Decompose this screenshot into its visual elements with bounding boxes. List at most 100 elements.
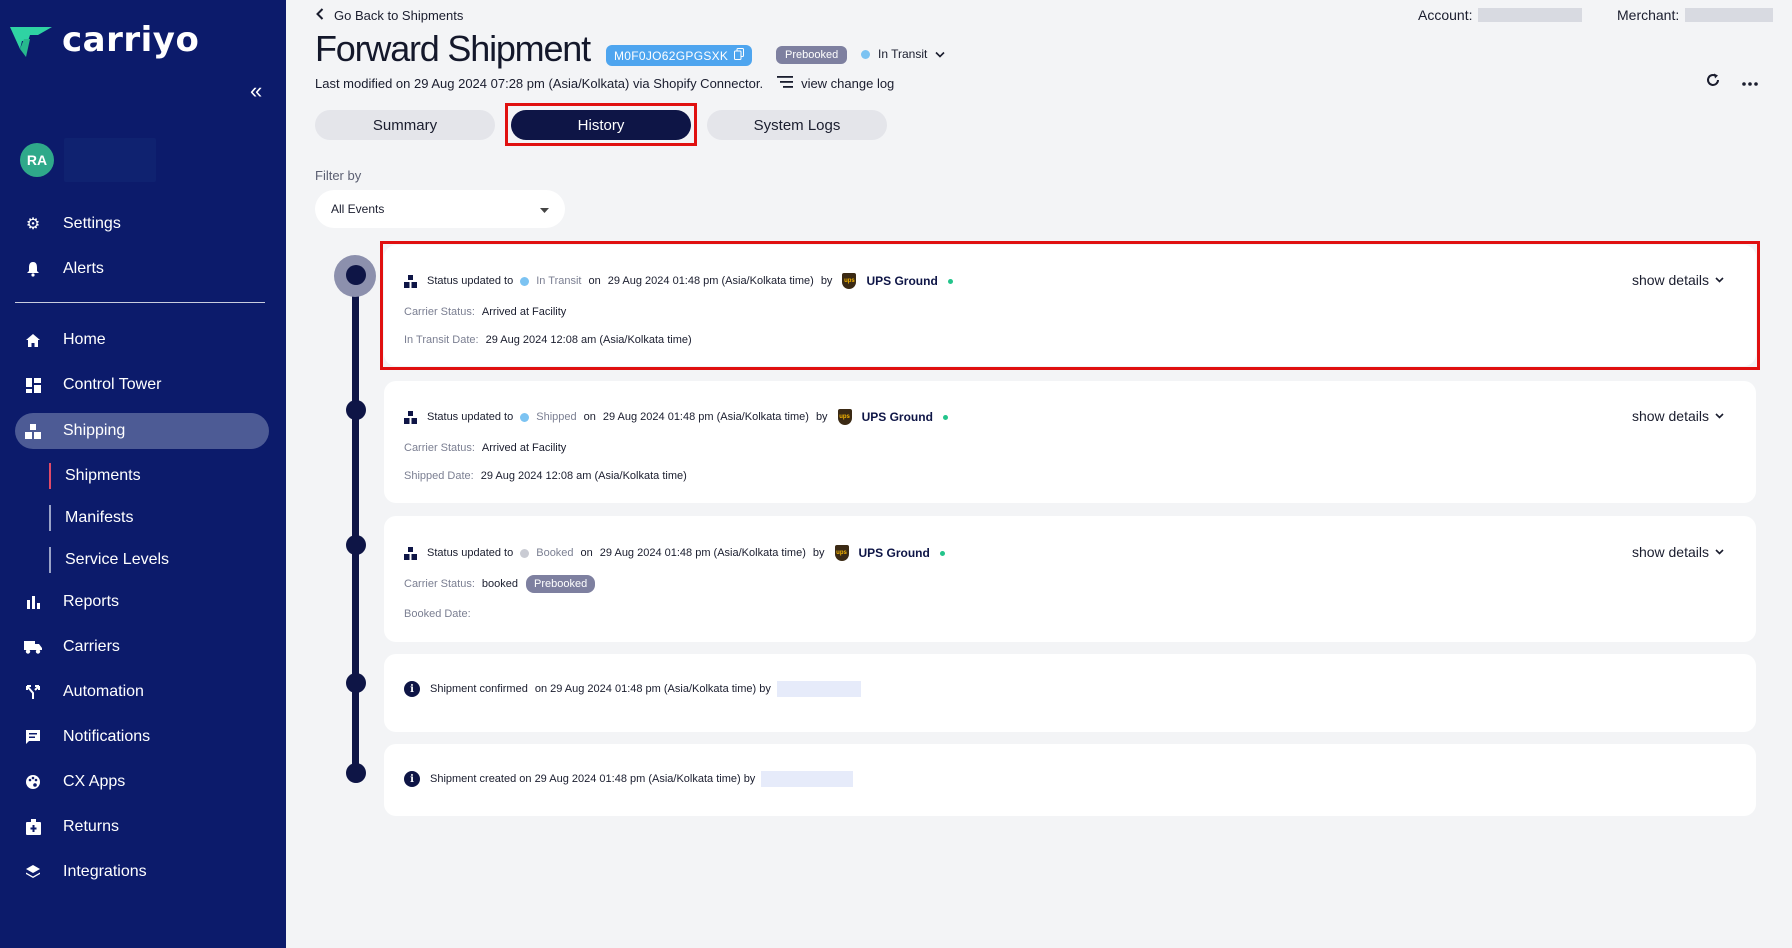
sidebar-item-shipping[interactable]: Shipping: [15, 413, 269, 449]
copy-icon[interactable]: [734, 48, 745, 63]
carrier-active-dot: [939, 550, 945, 556]
brand-name: carriyo: [62, 20, 200, 60]
sidebar-item-integrations[interactable]: Integrations: [15, 854, 269, 890]
created-text: Shipment created on 29 Aug 2024 01:48 pm…: [430, 773, 756, 785]
last-modified-text: Last modified on 29 Aug 2024 07:28 pm (A…: [315, 76, 764, 91]
sidebar-item-home[interactable]: Home: [15, 322, 269, 358]
history-event-card: Status updated to Shipped on 29 Aug 2024…: [384, 381, 1756, 503]
event-filter-value: All Events: [331, 202, 385, 216]
sidebar-divider: [15, 302, 265, 303]
main-content: Go Back to Shipments Account: Merchant: …: [286, 0, 1792, 948]
sidebar-item-automation[interactable]: Automation: [15, 674, 269, 710]
carrier-status-label: Carrier Status:: [404, 578, 475, 590]
show-details-button[interactable]: show details: [1632, 544, 1724, 560]
avatar: RA: [20, 143, 54, 177]
more-options-icon[interactable]: [1742, 70, 1758, 91]
refresh-icon[interactable]: [1705, 72, 1721, 93]
shipping-icon: [23, 421, 43, 441]
sidebar-item-cx-apps[interactable]: CX Apps: [15, 764, 269, 800]
back-to-shipments-link[interactable]: Go Back to Shipments: [316, 8, 463, 23]
sidebar-item-label: Shipping: [63, 422, 126, 439]
event-filter-select[interactable]: All Events: [315, 190, 565, 228]
user-redacted: [761, 771, 854, 787]
event-prefix: Status updated to: [427, 411, 514, 423]
sidebar: carriyo « RA ⚙ Settings Alerts Home Cont…: [0, 0, 286, 948]
event-date-row: Booked Date:: [404, 608, 478, 620]
event-on: on: [580, 547, 593, 559]
show-details-button[interactable]: show details: [1632, 408, 1724, 424]
layers-icon: [23, 862, 43, 882]
sidebar-item-returns[interactable]: Returns: [15, 809, 269, 845]
merchant-selector[interactable]: Merchant:: [1617, 7, 1774, 23]
dashboard-icon: [23, 375, 43, 395]
timeline-node: [346, 673, 366, 693]
carrier-status-value: Arrived at Facility: [481, 442, 567, 454]
user-profile[interactable]: RA: [20, 138, 156, 182]
sidebar-item-label: Reports: [63, 593, 120, 610]
carrier-status-value: booked: [481, 578, 519, 590]
sidebar-subitem-shipments[interactable]: Shipments: [49, 463, 141, 489]
merchant-label: Merchant:: [1617, 7, 1680, 23]
event-status: Shipped: [536, 411, 577, 423]
sidebar-item-label: Control Tower: [63, 376, 162, 393]
sidebar-item-reports[interactable]: Reports: [15, 584, 269, 620]
palette-icon: [23, 772, 43, 792]
user-redacted: [776, 681, 861, 697]
carriyo-logo-icon: [10, 27, 52, 57]
sidebar-item-control-tower[interactable]: Control Tower: [15, 367, 269, 403]
prebooked-badge: Prebooked: [776, 46, 848, 64]
history-event-card: i Shipment created on 29 Aug 2024 01:48 …: [384, 744, 1756, 816]
sidebar-item-label: Carriers: [63, 638, 120, 655]
gear-icon: ⚙: [25, 216, 41, 233]
bell-icon: [23, 259, 43, 279]
shipping-status-icon: [404, 410, 417, 424]
sidebar-subitem-label: Service Levels: [65, 551, 170, 568]
chevron-down-icon: [1715, 549, 1724, 555]
sidebar-item-label: Returns: [63, 818, 120, 835]
account-label: Account:: [1418, 7, 1473, 23]
carrier-name[interactable]: UPS Ground: [862, 410, 933, 424]
event-date-label: Shipped Date:: [404, 470, 474, 482]
event-header: Status updated to Shipped on 29 Aug 2024…: [404, 409, 948, 425]
shipment-id-chip[interactable]: M0F0JO62GPGSXK: [606, 45, 753, 66]
timeline-node: [346, 265, 366, 285]
automation-icon: [23, 682, 43, 702]
ups-logo-icon: ups: [837, 409, 852, 425]
sidebar-item-alerts[interactable]: Alerts: [15, 251, 269, 287]
highlight-box-tab: [505, 103, 697, 146]
sidebar-subitem-service-levels[interactable]: Service Levels: [49, 547, 169, 573]
event-header: i Shipment created on 29 Aug 2024 01:48 …: [404, 771, 854, 787]
view-change-log-link[interactable]: view change log: [777, 76, 894, 91]
message-icon: [23, 727, 43, 747]
confirmed-on: on 29 Aug 2024 01:48 pm (Asia/Kolkata ti…: [534, 683, 771, 695]
bar-chart-icon: [23, 592, 43, 612]
account-value-redacted: [1478, 8, 1583, 22]
sidebar-item-notifications[interactable]: Notifications: [15, 719, 269, 755]
carriyo-logo[interactable]: carriyo: [8, 20, 199, 60]
tab-summary[interactable]: Summary: [315, 110, 495, 140]
shipping-status-icon: [404, 546, 417, 560]
list-icon: [777, 76, 794, 91]
event-date-label: Booked Date:: [404, 608, 471, 620]
sidebar-item-label: Automation: [63, 683, 144, 700]
sidebar-item-label: Home: [63, 331, 106, 348]
collapse-sidebar-icon[interactable]: «: [250, 78, 262, 104]
sidebar-item-settings[interactable]: ⚙ Settings: [15, 206, 269, 242]
merchant-value-redacted: [1685, 8, 1774, 22]
tab-system-logs[interactable]: System Logs: [707, 110, 887, 140]
sidebar-subitem-manifests[interactable]: Manifests: [49, 505, 133, 531]
info-icon: i: [404, 771, 420, 787]
status-dropdown[interactable]: In Transit: [861, 47, 945, 61]
timeline-node: [346, 535, 366, 555]
confirmed-text: Shipment confirmed: [430, 683, 528, 695]
event-header: Status updated to Booked on 29 Aug 2024 …: [404, 545, 945, 561]
timeline-line: [352, 275, 359, 773]
event-by: by: [812, 547, 825, 559]
sidebar-item-carriers[interactable]: Carriers: [15, 629, 269, 665]
caret-down-icon: [540, 202, 549, 216]
show-details-label: show details: [1631, 544, 1709, 560]
history-event-card: Status updated to Booked on 29 Aug 2024 …: [384, 516, 1756, 642]
account-selector[interactable]: Account:: [1418, 7, 1583, 23]
sidebar-subitem-label: Shipments: [65, 467, 141, 484]
carrier-name[interactable]: UPS Ground: [859, 546, 930, 560]
